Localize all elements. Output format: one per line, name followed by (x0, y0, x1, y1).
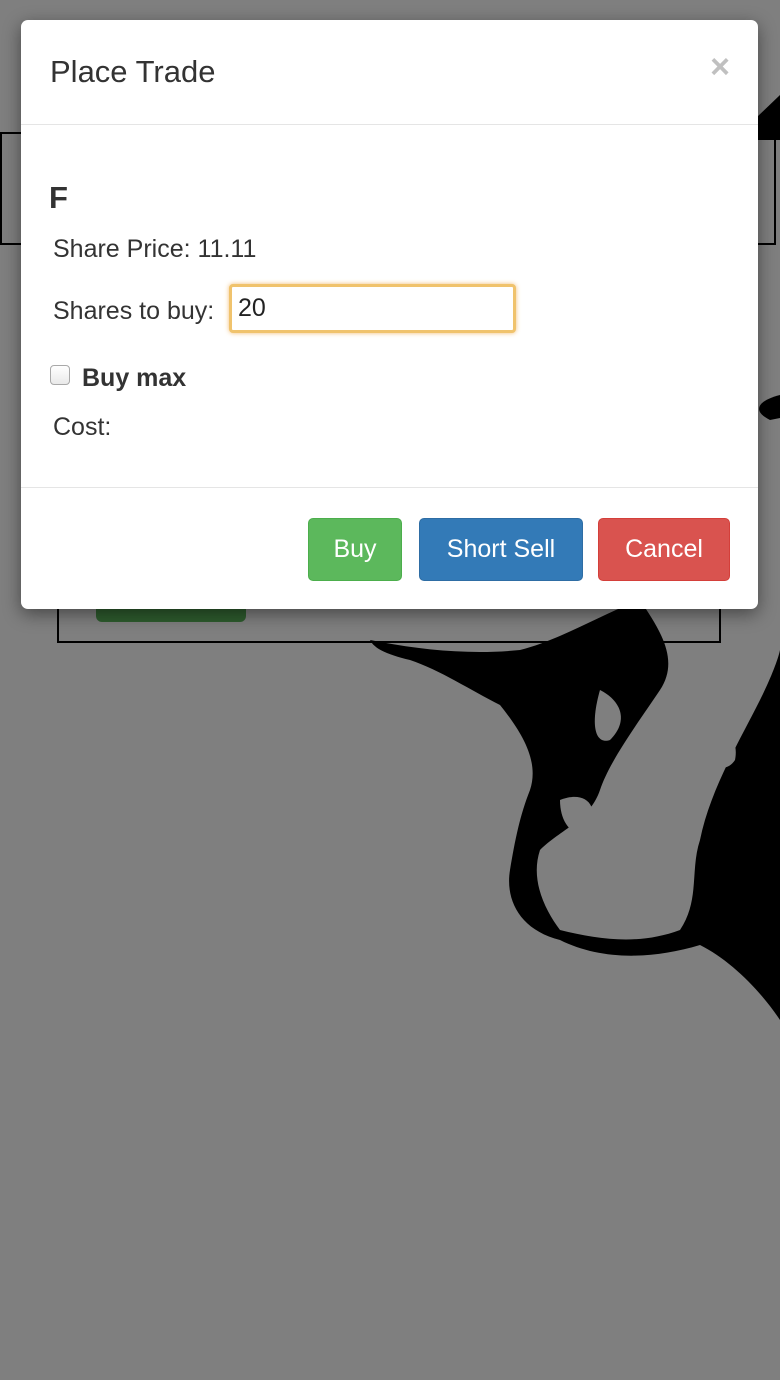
modal-header: Place Trade × (21, 20, 758, 125)
close-icon[interactable]: × (710, 50, 730, 84)
shares-to-buy-input[interactable] (229, 284, 516, 333)
modal-footer: Buy Short Sell Cancel (21, 488, 758, 608)
cost-label: Cost: (53, 413, 112, 441)
buy-max-checkbox[interactable] (50, 365, 70, 385)
share-price-row: Share Price: 11.11 (53, 237, 256, 262)
cancel-button[interactable]: Cancel (598, 518, 730, 581)
buy-button[interactable]: Buy (308, 518, 402, 581)
buy-max-label[interactable]: Buy max (82, 366, 186, 391)
short-sell-button[interactable]: Short Sell (419, 518, 583, 581)
shares-to-buy-label: Shares to buy: (53, 297, 215, 325)
share-price-label: Share Price: (53, 235, 191, 263)
stock-symbol: F (49, 180, 68, 215)
share-price-value: 11.11 (197, 235, 257, 263)
modal-title: Place Trade (50, 54, 216, 89)
